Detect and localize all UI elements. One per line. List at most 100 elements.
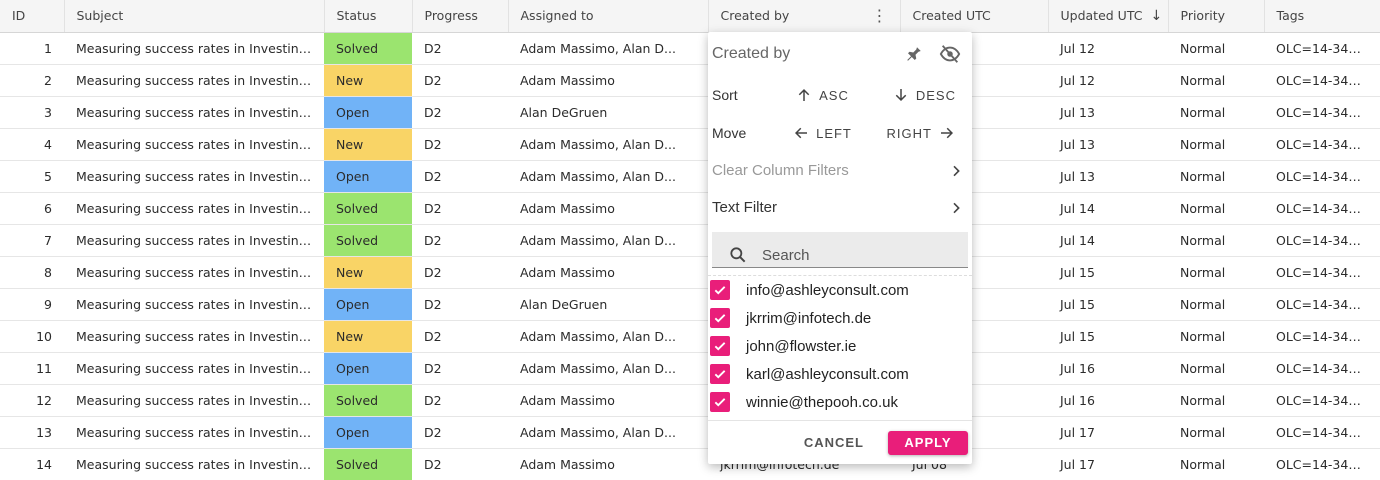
column-header-created-utc[interactable]: Created UTC — [900, 0, 1049, 33]
move-right-button[interactable]: RIGHT — [870, 124, 968, 142]
cell-priority: Normal — [1168, 96, 1264, 129]
filter-value-item[interactable]: jkrrim@infotech.de — [708, 304, 972, 332]
move-left-label: LEFT — [816, 125, 852, 141]
arrow-left-icon — [795, 127, 808, 139]
pin-icon[interactable] — [896, 36, 932, 72]
move-left-button[interactable]: LEFT — [774, 124, 870, 142]
cell-id: 10 — [0, 320, 64, 353]
cell-priority: Normal — [1168, 160, 1264, 193]
table-row[interactable]: 4 Measuring success rates in Investing on… — [0, 128, 1380, 161]
cancel-button[interactable]: CANCEL — [804, 435, 864, 450]
cell-priority: Normal — [1168, 288, 1264, 321]
column-header-label: Created UTC — [912, 8, 991, 24]
column-header-assigned[interactable]: Assigned to — [508, 0, 709, 33]
table-row[interactable]: 13 Measuring success rates in Investing o… — [0, 416, 1380, 449]
table-row[interactable]: 7 Measuring success rates in Investing on… — [0, 224, 1380, 257]
cell-progress: D2 — [412, 320, 508, 353]
table-row[interactable]: 11 Measuring success rates in Investing o… — [0, 352, 1380, 385]
column-header-status[interactable]: Status — [324, 0, 413, 33]
data-grid: ID Subject Status Progress Assigned to Create… — [0, 0, 1380, 480]
cell-assigned: Alan DeGruen — [508, 96, 708, 129]
column-header-updated-utc[interactable]: Updated UTC ↓ — [1048, 0, 1169, 33]
table-row[interactable]: 2 Measuring success rates in Investing on… — [0, 64, 1380, 97]
cell-progress: D2 — [412, 32, 508, 65]
column-menu-header: Created by — [708, 32, 972, 76]
sort-row: Sort ASC DESC — [708, 76, 972, 114]
cell-tags: OLC=14-3462... — [1264, 160, 1380, 193]
cell-status: Open — [324, 288, 412, 321]
filter-value-item[interactable]: winnie@thepooh.co.uk — [708, 388, 972, 416]
column-header-subject[interactable]: Subject — [64, 0, 325, 33]
apply-button[interactable]: APPLY — [888, 430, 968, 455]
filter-value-item[interactable]: john@flowster.ie — [708, 332, 972, 360]
sort-desc-icon: ↓ — [1150, 7, 1163, 24]
cell-subject: Measuring success rates in Investing on.… — [64, 32, 324, 65]
checkbox-checked-icon[interactable] — [710, 364, 730, 384]
table-row[interactable]: 12 Measuring success rates in Investing o… — [0, 384, 1380, 417]
text-filter-item[interactable]: Text Filter — [708, 189, 972, 226]
column-header-label: Created by — [720, 8, 790, 24]
column-header-progress[interactable]: Progress — [412, 0, 509, 33]
table-row[interactable]: 14 Measuring success rates in Investing o… — [0, 448, 1380, 480]
checkbox-checked-icon[interactable] — [710, 336, 730, 356]
cell-subject: Measuring success rates in Investing on.… — [64, 192, 324, 225]
column-header-id[interactable]: ID — [0, 0, 65, 33]
table-row[interactable]: 3 Measuring success rates in Investing on… — [0, 96, 1380, 129]
table-row[interactable]: 9 Measuring success rates in Investing on… — [0, 288, 1380, 321]
cell-tags: OLC=14-3462... — [1264, 256, 1380, 289]
column-header-label: Priority — [1180, 8, 1226, 24]
column-header-label: Progress — [424, 8, 478, 24]
column-header-tags[interactable]: Tags — [1264, 0, 1380, 33]
cell-assigned: Adam Massimo, Alan D... — [508, 416, 708, 449]
sort-desc-button[interactable]: DESC — [870, 86, 968, 104]
search-input[interactable]: Search — [712, 232, 968, 268]
cell-progress: D2 — [412, 448, 508, 480]
table-row[interactable]: 6 Measuring success rates in Investing on… — [0, 192, 1380, 225]
column-menu-icon[interactable]: ⋮ — [872, 7, 888, 24]
cell-progress: D2 — [412, 384, 508, 417]
cell-id: 2 — [0, 64, 64, 97]
checkbox-checked-icon[interactable] — [710, 392, 730, 412]
sort-asc-button[interactable]: ASC — [774, 86, 870, 104]
column-menu: Created by Sort ASC DESC Move LEFT RIGHT — [708, 32, 972, 464]
cell-progress: D2 — [412, 192, 508, 225]
chevron-right-icon — [953, 165, 960, 176]
chevron-right-icon — [953, 202, 960, 213]
checkbox-checked-icon[interactable] — [710, 308, 730, 328]
cell-subject: Measuring success rates in Investing on.… — [64, 320, 324, 353]
cell-id: 5 — [0, 160, 64, 193]
cell-tags: OLC=14-3462... — [1264, 64, 1380, 97]
cell-progress: D2 — [412, 64, 508, 97]
cell-tags: OLC=14-3462... — [1264, 192, 1380, 225]
eye-off-icon[interactable] — [932, 36, 968, 72]
table-row[interactable]: 10 Measuring success rates in Investing o… — [0, 320, 1380, 353]
cell-progress: D2 — [412, 288, 508, 321]
column-header-created-by[interactable]: Created by ⋮ — [708, 0, 901, 33]
column-header-label: ID — [12, 8, 26, 24]
cell-priority: Normal — [1168, 256, 1264, 289]
cell-updated-utc: Jul 16 — [1048, 384, 1168, 417]
cell-status: Open — [324, 416, 412, 449]
cell-id: 13 — [0, 416, 64, 449]
cell-updated-utc: Jul 12 — [1048, 32, 1168, 65]
filter-value-item[interactable]: info@ashleyconsult.com — [708, 276, 972, 304]
cell-assigned: Adam Massimo, Alan D... — [508, 320, 708, 353]
cell-subject: Measuring success rates in Investing on.… — [64, 288, 324, 321]
checkbox-checked-icon[interactable] — [710, 280, 730, 300]
column-header-priority[interactable]: Priority — [1168, 0, 1265, 33]
filter-value-label: john@flowster.ie — [746, 337, 857, 355]
table-row[interactable]: 5 Measuring success rates in Investing on… — [0, 160, 1380, 193]
cell-progress: D2 — [412, 96, 508, 129]
cell-assigned: Adam Massimo, Alan D... — [508, 160, 708, 193]
column-header-label: Assigned to — [520, 8, 594, 24]
filter-value-label: winnie@thepooh.co.uk — [746, 393, 898, 411]
move-row: Move LEFT RIGHT — [708, 114, 972, 152]
table-row[interactable]: 8 Measuring success rates in Investing on… — [0, 256, 1380, 289]
table-row[interactable]: 1 Measuring success rates in Investing on… — [0, 32, 1380, 65]
filter-value-item[interactable]: karl@ashleyconsult.com — [708, 360, 972, 388]
cell-priority: Normal — [1168, 192, 1264, 225]
cell-tags: OLC=14-3462... — [1264, 224, 1380, 257]
cell-updated-utc: Jul 15 — [1048, 256, 1168, 289]
cell-status: Open — [324, 96, 412, 129]
cell-priority: Normal — [1168, 384, 1264, 417]
